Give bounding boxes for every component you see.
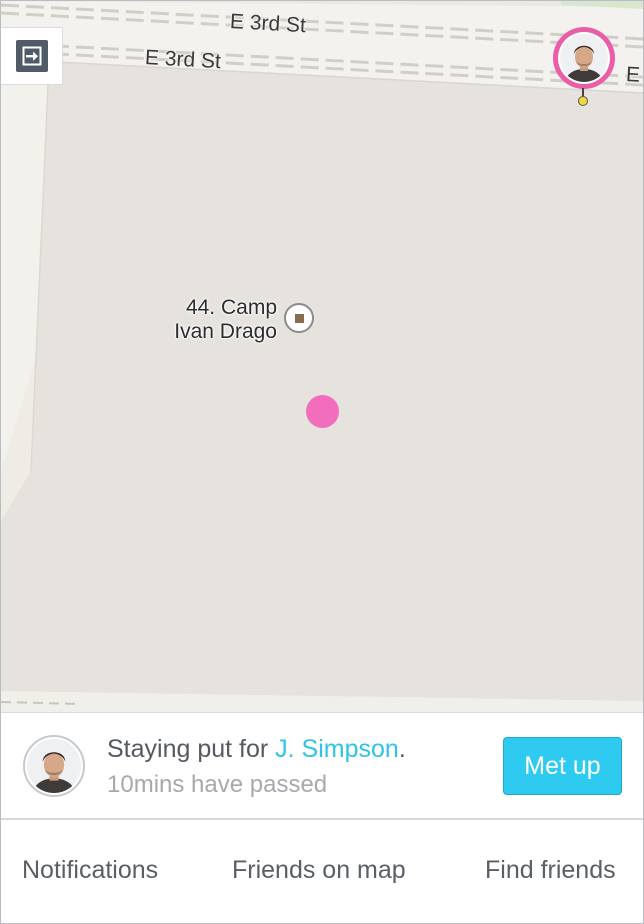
status-message: Staying put for J. Simpson. [107,735,406,764]
friend-avatar [560,34,608,82]
nav-friends-on-map[interactable]: Friends on map [232,856,406,885]
status-panel: Staying put for J. Simpson. 10mins have … [1,712,643,818]
landmark-marker-icon[interactable] [284,303,314,333]
current-location-dot-icon [306,395,339,428]
bottom-nav: Notifications Friends on map Find friend… [1,818,643,923]
status-suffix: . [398,735,406,763]
status-avatar[interactable] [23,735,85,797]
friend-location-pin-icon[interactable] [553,27,615,107]
nav-notifications[interactable]: Notifications [22,856,158,885]
street-label-e-3rd-st: E 3rd St [229,10,307,38]
map-view[interactable]: E 3rd St E 3rd St E 44. Camp Ivan Drago [1,1,643,712]
exit-icon [15,40,48,72]
poi-label-line-1: 44. Camp [185,296,277,319]
street-label-e: E [625,63,641,87]
status-prefix: Staying put for [107,735,276,763]
app-frame: E 3rd St E 3rd St E 44. Camp Ivan Drago [0,0,644,924]
elapsed-time: 10mins have passed [107,771,328,798]
friend-avatar-icon [27,739,81,793]
friend-name-link[interactable]: J. Simpson [275,735,399,763]
exit-map-button[interactable] [1,27,63,85]
met-up-button[interactable]: Met up [503,737,622,795]
map-background [1,1,643,712]
nav-find-friends[interactable]: Find friends [485,856,616,885]
poi-label[interactable]: 44. Camp Ivan Drago [161,296,277,344]
street-label-e-3rd-st-2: E 3rd St [144,46,222,74]
poi-label-line-2: Ivan Drago [174,320,277,343]
